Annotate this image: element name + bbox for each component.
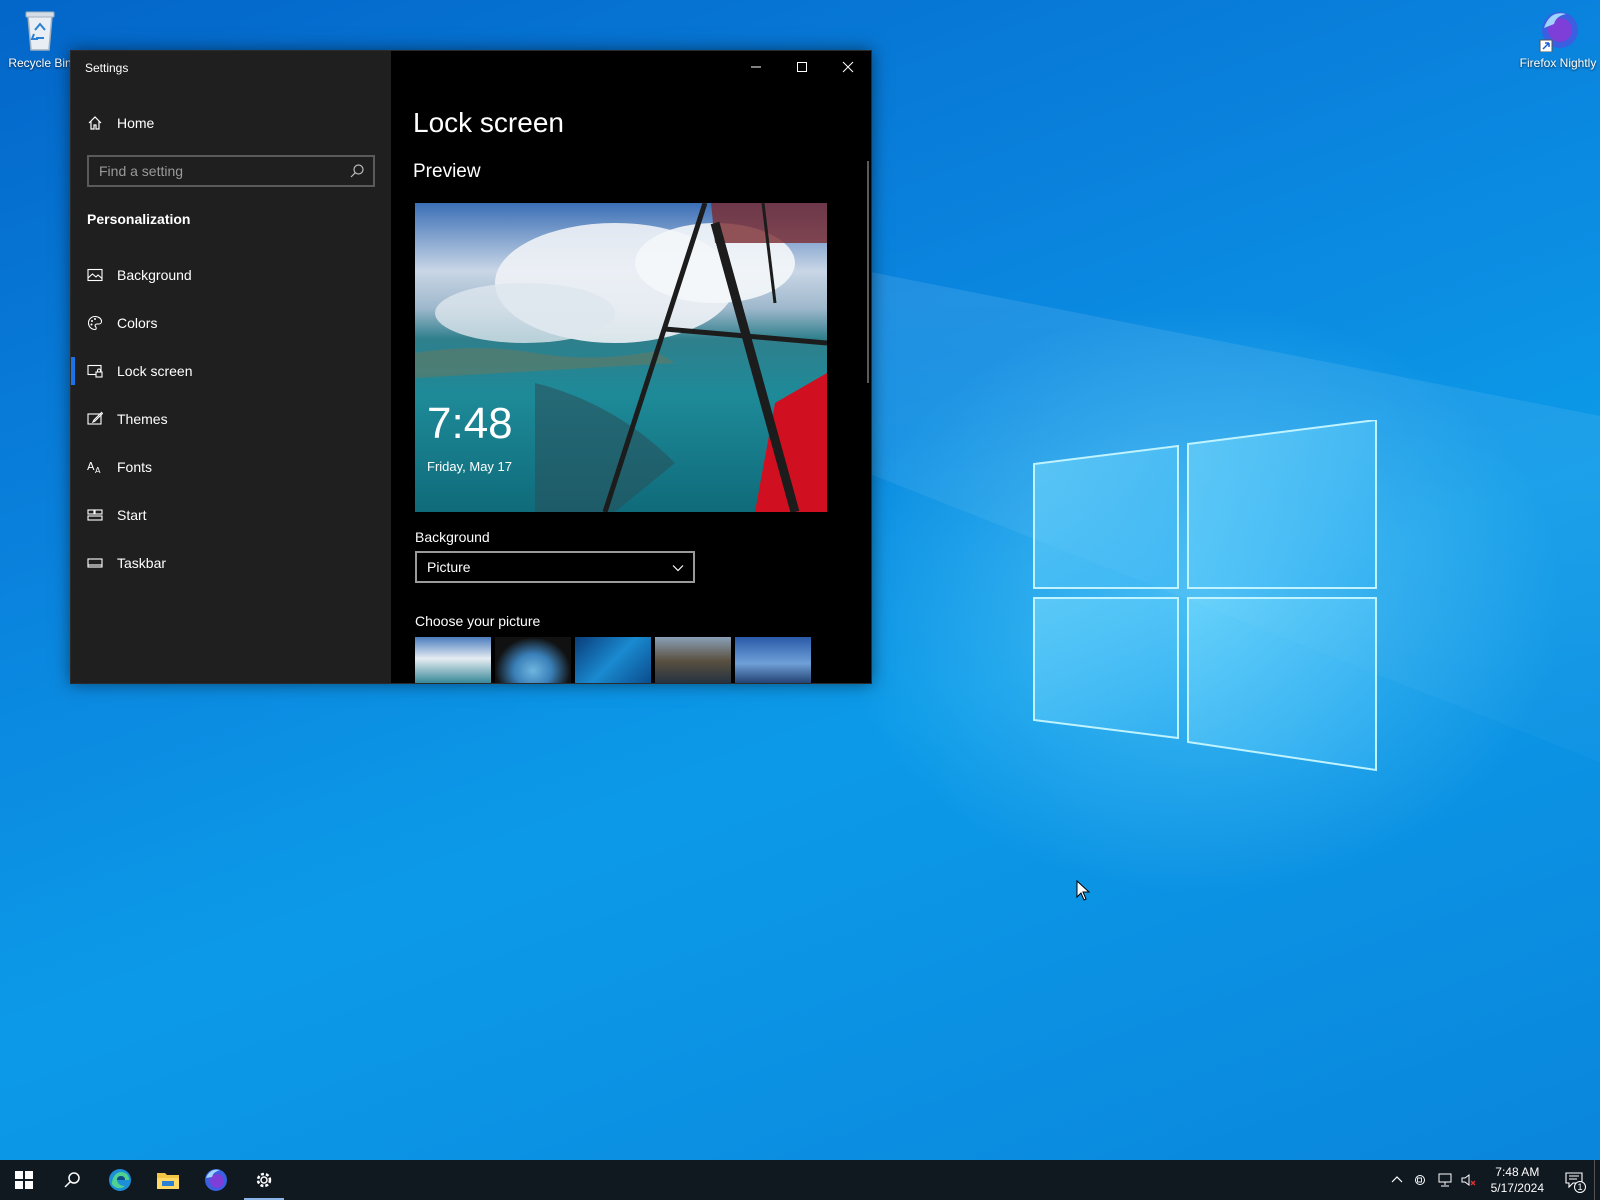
- background-setting-label: Background: [415, 529, 490, 545]
- settings-content-pane: Lock screen Preview 7:48 Friday, May 17 …: [391, 51, 871, 683]
- taskbar-edge-button[interactable]: [96, 1160, 144, 1200]
- system-tray: 7:48 AM 5/17/2024 1: [1385, 1160, 1600, 1200]
- search-box[interactable]: [87, 155, 375, 187]
- windows-logo-wallpaper: [1033, 420, 1377, 772]
- camera-icon: [1414, 1175, 1425, 1185]
- firefox-nightly-icon: [1539, 12, 1578, 52]
- desktop-icon-firefox-nightly[interactable]: Firefox Nightly: [1518, 8, 1598, 70]
- clock-date: 5/17/2024: [1490, 1181, 1544, 1195]
- preview-heading: Preview: [413, 161, 481, 182]
- nav-item-fonts[interactable]: A A Fonts: [71, 443, 391, 491]
- picture-thumbnail[interactable]: [575, 637, 651, 683]
- taskbar-clock[interactable]: 7:48 AM 5/17/2024: [1481, 1164, 1554, 1196]
- lock-screen-icon: [87, 364, 103, 378]
- start-icon: [15, 1171, 33, 1189]
- settings-nav-pane: Settings Home Personalization Background: [71, 51, 391, 683]
- nav-item-taskbar[interactable]: Taskbar: [71, 539, 391, 587]
- taskbar-search-button[interactable]: [48, 1160, 96, 1200]
- search-input[interactable]: [89, 157, 373, 185]
- font-icon: A A: [87, 460, 101, 475]
- nav-home[interactable]: Home: [87, 115, 154, 131]
- picture-thumbnail[interactable]: [655, 637, 731, 683]
- background-dropdown-value: Picture: [427, 559, 471, 575]
- palette-icon: [87, 315, 103, 331]
- file-explorer-icon: [157, 1173, 179, 1189]
- maximize-icon: [797, 62, 807, 72]
- show-hidden-icons-button[interactable]: [1385, 1160, 1409, 1200]
- choose-picture-label: Choose your picture: [415, 613, 541, 629]
- maximize-button[interactable]: [779, 51, 825, 83]
- desktop-icon-recycle-bin[interactable]: Recycle Bin: [0, 8, 80, 70]
- nav-item-lock-screen[interactable]: Lock screen: [71, 347, 391, 395]
- desktop-icon-label: Firefox Nightly: [1519, 56, 1597, 70]
- nav-item-start[interactable]: Start: [71, 491, 391, 539]
- close-icon: [842, 61, 854, 73]
- network-icon: [1438, 1173, 1452, 1187]
- brush-icon: [87, 411, 103, 425]
- volume-muted-icon: [1461, 1174, 1476, 1186]
- nav-item-label: Background: [117, 267, 192, 283]
- page-title: Lock screen: [413, 107, 564, 138]
- recycle-bin-icon: [25, 11, 55, 51]
- search-icon: [64, 1172, 80, 1188]
- settings-gear-icon: [256, 1172, 272, 1188]
- taskbar: 7:48 AM 5/17/2024 1: [0, 1160, 1600, 1200]
- content-scrollbar[interactable]: [867, 161, 869, 383]
- nav-section-title: Personalization: [87, 211, 191, 227]
- svg-text:A: A: [87, 460, 95, 473]
- nav-item-label: Themes: [117, 411, 168, 427]
- network-button[interactable]: [1433, 1160, 1457, 1200]
- nav-item-themes[interactable]: Themes: [71, 395, 391, 443]
- background-dropdown[interactable]: Picture: [415, 551, 695, 583]
- lock-screen-preview: 7:48 Friday, May 17: [415, 203, 827, 512]
- start-layout-icon: [87, 509, 103, 521]
- nav-item-label: Colors: [117, 315, 158, 331]
- taskbar-settings-button[interactable]: [240, 1160, 288, 1200]
- window-title: Settings: [85, 61, 129, 75]
- window-caption-buttons: [733, 51, 871, 83]
- svg-text:A: A: [95, 466, 101, 475]
- notification-count-badge: 1: [1574, 1181, 1586, 1193]
- close-button[interactable]: [825, 51, 871, 83]
- volume-button[interactable]: [1457, 1160, 1481, 1200]
- nav-item-background[interactable]: Background: [71, 251, 391, 299]
- desktop-icon-label: Recycle Bin: [8, 56, 72, 70]
- action-center-button[interactable]: 1: [1554, 1160, 1594, 1200]
- firefox-nightly-icon: [205, 1169, 227, 1191]
- picture-thumbnail[interactable]: [495, 637, 571, 683]
- chevron-up-icon: [1391, 1176, 1403, 1183]
- chevron-down-icon: [672, 565, 684, 572]
- settings-window: Settings Home Personalization Background: [70, 50, 872, 684]
- picture-icon: [87, 268, 103, 282]
- minimize-button[interactable]: [733, 51, 779, 83]
- nav-home-label: Home: [117, 115, 155, 131]
- picture-thumbnail[interactable]: [735, 637, 811, 683]
- clock-time: 7:48 AM: [1495, 1165, 1540, 1179]
- picture-thumbnails: [415, 637, 811, 683]
- nav-item-label: Start: [117, 507, 147, 523]
- home-icon: [88, 116, 102, 130]
- taskbar-firefox-nightly-button[interactable]: [192, 1160, 240, 1200]
- show-desktop-button[interactable]: [1594, 1160, 1600, 1200]
- start-button[interactable]: [0, 1160, 48, 1200]
- picture-thumbnail[interactable]: [415, 637, 491, 683]
- search-icon[interactable]: [349, 163, 365, 179]
- meet-now-button[interactable]: [1409, 1160, 1433, 1200]
- taskbar-icon: [87, 558, 103, 568]
- nav-item-label: Lock screen: [117, 363, 193, 379]
- edge-icon: [109, 1169, 131, 1191]
- mouse-cursor-icon: [1076, 880, 1091, 901]
- nav-item-colors[interactable]: Colors: [71, 299, 391, 347]
- nav-item-label: Taskbar: [117, 555, 167, 571]
- preview-time: 7:48: [427, 399, 513, 448]
- preview-date: Friday, May 17: [427, 459, 513, 474]
- nav-item-label: Fonts: [117, 459, 153, 475]
- taskbar-file-explorer-button[interactable]: [144, 1160, 192, 1200]
- nav-list: Background Colors Lock screen Themes A A…: [71, 251, 391, 587]
- minimize-icon: [751, 66, 761, 68]
